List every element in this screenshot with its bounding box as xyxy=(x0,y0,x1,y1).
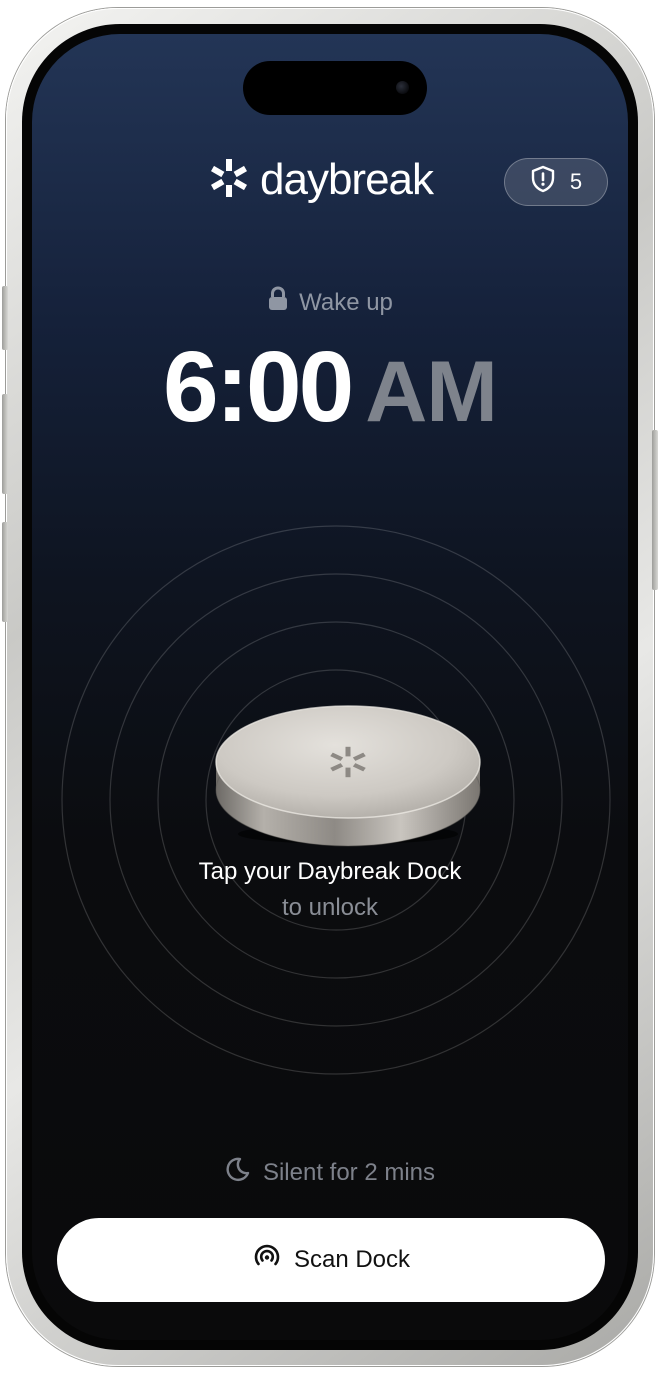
bezel: daybreak 5 Wake up 6:00 AM Tap your Dayb… xyxy=(22,24,638,1350)
power-button xyxy=(652,430,658,590)
volume-up-button xyxy=(2,394,8,494)
phone-frame: daybreak 5 Wake up 6:00 AM Tap your Dayb… xyxy=(2,8,658,1366)
dock-instruction-secondary: to unlock xyxy=(281,894,379,921)
screen: daybreak 5 Wake up 6:00 AM Tap your Dayb… xyxy=(32,34,628,1340)
action-button xyxy=(2,286,8,350)
nfc-signal-icon xyxy=(252,1244,282,1277)
volume-down-button xyxy=(2,522,8,622)
silent-status: Silent for 2 mins xyxy=(32,1156,628,1189)
daybreak-dock-image[interactable] xyxy=(214,682,482,850)
dock-instruction-primary: Tap your Daybreak Dock xyxy=(198,858,462,885)
scan-dock-button[interactable]: Scan Dock xyxy=(57,1218,605,1302)
moon-icon xyxy=(225,1156,251,1189)
silent-status-text: Silent for 2 mins xyxy=(262,1158,436,1186)
scan-dock-label: Scan Dock xyxy=(293,1246,411,1273)
